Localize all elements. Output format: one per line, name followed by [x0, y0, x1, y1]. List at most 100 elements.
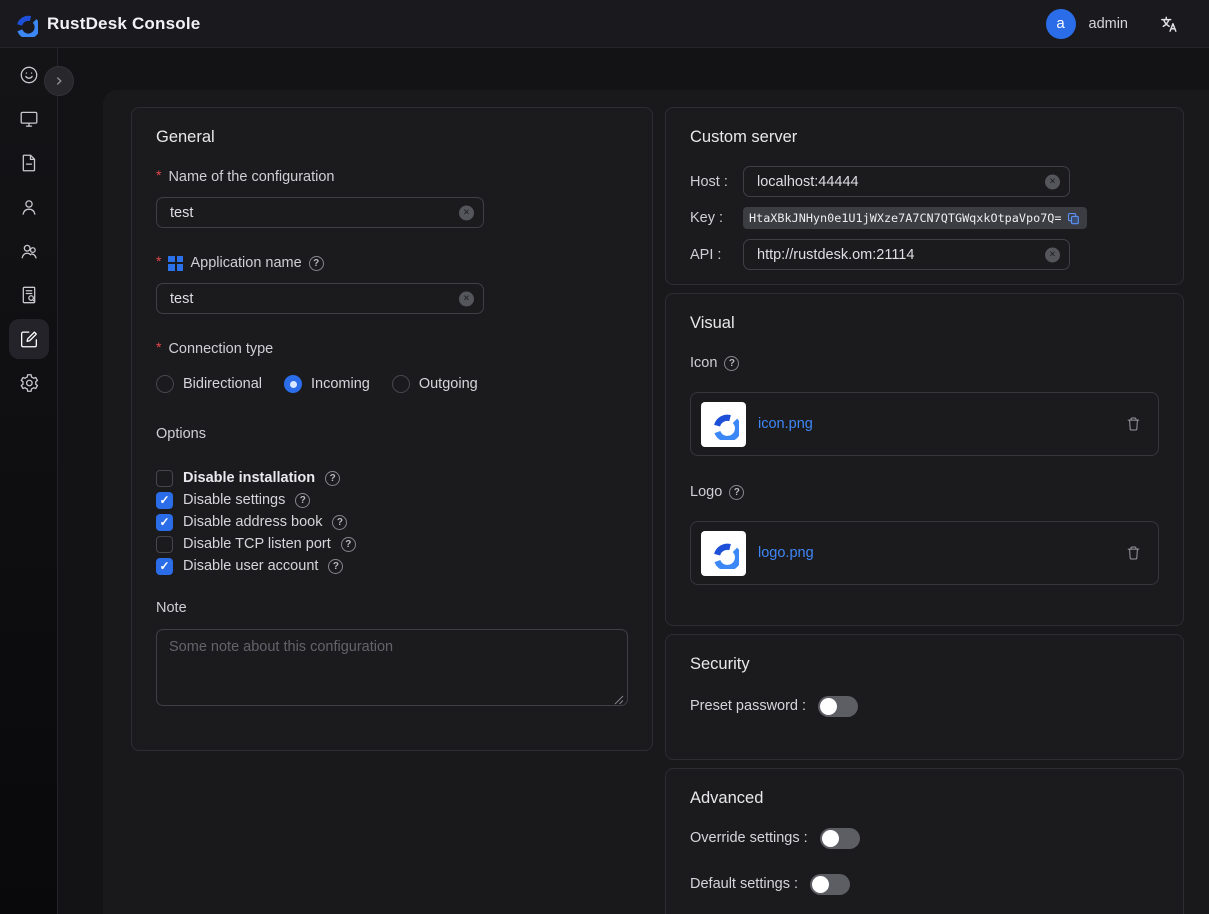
page-background: General * Name of the configuration × * …	[58, 48, 1209, 914]
clear-api-icon[interactable]: ×	[1045, 247, 1060, 262]
option-help-icon[interactable]	[295, 493, 310, 508]
avatar[interactable]: a	[1046, 9, 1076, 39]
logo-file-link[interactable]: logo.png	[758, 545, 814, 561]
translate-icon	[1158, 13, 1180, 35]
checkbox[interactable]	[156, 558, 173, 575]
application-name-input[interactable]	[157, 284, 483, 313]
option-help-icon[interactable]	[341, 537, 356, 552]
checkbox[interactable]	[156, 536, 173, 553]
icon-help-icon[interactable]	[724, 356, 739, 371]
smiley-status-icon	[18, 64, 40, 86]
rustdesk-logo-icon	[12, 11, 38, 37]
option-disable-settings: Disable settings	[156, 490, 628, 510]
default-settings-label: Default settings :	[690, 876, 798, 892]
configuration-name-input[interactable]	[157, 198, 483, 227]
option-help-icon[interactable]	[332, 515, 347, 530]
preset-password-label: Preset password :	[690, 698, 806, 714]
preset-password-row: Preset password :	[690, 695, 1159, 717]
top-bar: RustDesk Console a admin	[0, 0, 1209, 48]
document-icon	[18, 152, 40, 174]
override-settings-label: Override settings :	[690, 830, 808, 846]
rustdesk-logo-icon	[708, 538, 739, 569]
default-settings-toggle[interactable]	[810, 874, 850, 895]
application-field-label: * Application name	[156, 254, 628, 272]
radio-bidirectional[interactable]: Bidirectional	[156, 375, 262, 393]
radio-circle[interactable]	[392, 375, 410, 393]
delete-logo-button[interactable]	[1125, 544, 1142, 562]
translate-button[interactable]	[1158, 13, 1180, 35]
required-marker: *	[156, 256, 161, 266]
radio-outgoing[interactable]: Outgoing	[392, 375, 478, 393]
option-disable-user-account: Disable user account	[156, 556, 628, 576]
options-label: Options	[156, 426, 628, 444]
radio-circle[interactable]	[284, 375, 302, 393]
custom-client-edit-icon	[18, 328, 40, 350]
content-panel: General * Name of the configuration × * …	[103, 90, 1209, 914]
general-title: General	[156, 128, 628, 146]
key-label: Key :	[690, 210, 743, 226]
option-disable-tcp-listen-port: Disable TCP listen port	[156, 534, 628, 554]
sidebar-item-audit[interactable]	[9, 275, 49, 315]
default-settings-row: Default settings :	[690, 873, 1159, 895]
key-value: HtaXBkJNHyn0e1U1jWXze7A7CN7QTGWqxkOtpaVp…	[749, 211, 1062, 225]
sidebar-item-groups[interactable]	[9, 231, 49, 271]
sidebar-expand-button[interactable]	[44, 66, 74, 96]
name-field-label: * Name of the configuration	[156, 168, 628, 186]
username[interactable]: admin	[1089, 16, 1129, 32]
sidebar	[0, 48, 58, 914]
audit-log-icon	[18, 284, 40, 306]
key-value-box: HtaXBkJNHyn0e1U1jWXze7A7CN7QTGWqxkOtpaVp…	[743, 207, 1087, 229]
connection-type-label: * Connection type	[156, 340, 628, 358]
options-group: Disable installation Disable settings Di…	[156, 468, 628, 576]
resize-handle-icon[interactable]	[614, 695, 624, 705]
general-card: General * Name of the configuration × * …	[131, 107, 653, 751]
application-help-icon[interactable]	[309, 256, 324, 271]
settings-gear-icon	[18, 372, 40, 394]
radio-circle[interactable]	[156, 375, 174, 393]
host-row: Host : ×	[690, 166, 1159, 197]
checkbox[interactable]	[156, 470, 173, 487]
sidebar-item-status[interactable]	[9, 55, 49, 95]
host-input-wrap: ×	[743, 166, 1070, 197]
advanced-title: Advanced	[690, 789, 1159, 807]
clear-name-icon[interactable]: ×	[459, 205, 474, 220]
host-input[interactable]	[744, 167, 1069, 196]
trash-icon	[1125, 544, 1142, 562]
application-input-wrap: ×	[156, 283, 484, 314]
windows-logo-icon	[168, 256, 183, 271]
sidebar-item-custom-client[interactable]	[9, 319, 49, 359]
option-help-icon[interactable]	[328, 559, 343, 574]
delete-icon-button[interactable]	[1125, 415, 1142, 433]
logo-file-row: logo.png	[690, 521, 1159, 585]
api-label: API :	[690, 247, 743, 263]
checkbox[interactable]	[156, 492, 173, 509]
connection-type-group: Bidirectional Incoming Outgoing	[156, 374, 628, 394]
option-help-icon[interactable]	[325, 471, 340, 486]
logo-help-icon[interactable]	[729, 485, 744, 500]
security-title: Security	[690, 655, 1159, 673]
note-textarea-wrap	[156, 629, 628, 711]
api-input[interactable]	[744, 240, 1069, 269]
option-disable-installation: Disable installation	[156, 468, 628, 488]
devices-monitor-icon	[18, 108, 40, 130]
sidebar-item-settings[interactable]	[9, 363, 49, 403]
name-input-wrap: ×	[156, 197, 484, 228]
clear-host-icon[interactable]: ×	[1045, 174, 1060, 189]
user-area: a admin	[1046, 9, 1181, 39]
sidebar-item-devices[interactable]	[9, 99, 49, 139]
icon-label: Icon	[690, 354, 1159, 372]
custom-server-title: Custom server	[690, 128, 1159, 146]
copy-key-button[interactable]	[1066, 211, 1081, 226]
icon-file-link[interactable]: icon.png	[758, 416, 813, 432]
clear-application-icon[interactable]: ×	[459, 291, 474, 306]
app-title: RustDesk Console	[47, 14, 200, 34]
sidebar-item-users[interactable]	[9, 187, 49, 227]
user-icon	[18, 196, 40, 218]
user-group-icon	[18, 240, 40, 262]
checkbox[interactable]	[156, 514, 173, 531]
preset-password-toggle[interactable]	[818, 696, 858, 717]
radio-incoming[interactable]: Incoming	[284, 375, 370, 393]
override-settings-toggle[interactable]	[820, 828, 860, 849]
note-textarea[interactable]	[156, 629, 628, 706]
sidebar-item-documents[interactable]	[9, 143, 49, 183]
